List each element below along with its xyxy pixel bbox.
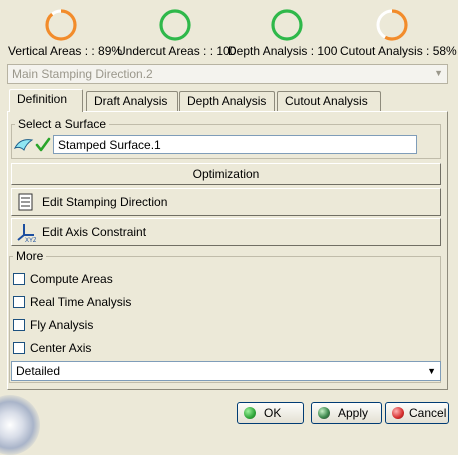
surface-input[interactable]: Stamped Surface.1	[53, 135, 417, 154]
ok-button[interactable]: OK	[237, 402, 304, 424]
tab-bar: Definition Draft Analysis Depth Analysis…	[7, 89, 448, 112]
chevron-down-icon: ▼	[434, 68, 443, 78]
chevron-down-icon: ▼	[427, 366, 436, 376]
edit-axis-constraint-button[interactable]: XYZ Edit Axis Constraint	[11, 218, 441, 246]
check-icon	[35, 137, 51, 153]
undercut-areas-gauge	[158, 8, 192, 42]
cancel-label: Cancel	[409, 406, 447, 420]
cutout-analysis-label: Cutout Analysis : 58%	[340, 44, 457, 58]
real-time-analysis-option[interactable]: Real Time Analysis	[13, 294, 131, 310]
gauges-row	[0, 8, 458, 42]
apply-label: Apply	[338, 406, 369, 420]
real-time-analysis-checkbox[interactable]	[13, 296, 25, 308]
depth-analysis-label: Depth Analysis : 100	[228, 44, 338, 58]
tab-draft-analysis[interactable]: Draft Analysis	[86, 91, 178, 111]
ok-icon	[244, 407, 256, 419]
depth-analysis-gauge	[270, 8, 304, 42]
edit-stamping-direction-label: Edit Stamping Direction	[42, 195, 168, 209]
apply-icon	[318, 407, 330, 419]
real-time-analysis-label: Real Time Analysis	[30, 295, 132, 309]
apply-button[interactable]: Apply	[311, 402, 382, 424]
list-icon	[18, 193, 34, 211]
vertical-areas-gauge	[44, 8, 78, 42]
surface-icon	[13, 136, 34, 154]
optimization-button[interactable]: Optimization	[11, 163, 441, 185]
select-surface-legend: Select a Surface	[18, 117, 107, 131]
axis-icon: XYZ	[16, 222, 37, 244]
display-mode-combo[interactable]: Detailed ▼	[11, 361, 441, 381]
stamping-direction-combo: Main Stamping Direction.2 ▼	[7, 64, 448, 84]
more-legend: More	[16, 249, 44, 263]
corner-glow	[0, 395, 40, 455]
fly-analysis-checkbox[interactable]	[13, 319, 25, 331]
display-mode-value: Detailed	[16, 364, 61, 378]
tab-cutout-analysis[interactable]: Cutout Analysis	[277, 91, 381, 111]
undercut-areas-label: Undercut Areas : : 100	[117, 44, 237, 58]
svg-text:XYZ: XYZ	[25, 238, 36, 242]
optimization-label: Optimization	[192, 167, 260, 181]
center-axis-checkbox[interactable]	[13, 342, 25, 354]
compute-areas-option[interactable]: Compute Areas	[13, 271, 113, 287]
cutout-analysis-gauge	[375, 8, 409, 42]
edit-stamping-direction-button[interactable]: Edit Stamping Direction	[11, 188, 441, 216]
fly-analysis-option[interactable]: Fly Analysis	[13, 317, 93, 333]
compute-areas-checkbox[interactable]	[13, 273, 25, 285]
cancel-button[interactable]: Cancel	[385, 402, 449, 424]
tab-depth-analysis[interactable]: Depth Analysis	[179, 91, 275, 111]
fly-analysis-label: Fly Analysis	[30, 318, 94, 332]
vertical-areas-label: Vertical Areas : : 89%	[8, 44, 123, 58]
edit-axis-constraint-label: Edit Axis Constraint	[42, 225, 147, 239]
ok-label: OK	[264, 406, 282, 420]
compute-areas-label: Compute Areas	[30, 272, 113, 286]
center-axis-option[interactable]: Center Axis	[13, 340, 91, 356]
center-axis-label: Center Axis	[30, 341, 92, 355]
stamping-direction-value: Main Stamping Direction.2	[12, 67, 153, 81]
cancel-icon	[392, 407, 404, 419]
tab-definition[interactable]: Definition	[9, 89, 83, 112]
gauge-labels-row: Vertical Areas : : 89% Undercut Areas : …	[0, 42, 458, 60]
